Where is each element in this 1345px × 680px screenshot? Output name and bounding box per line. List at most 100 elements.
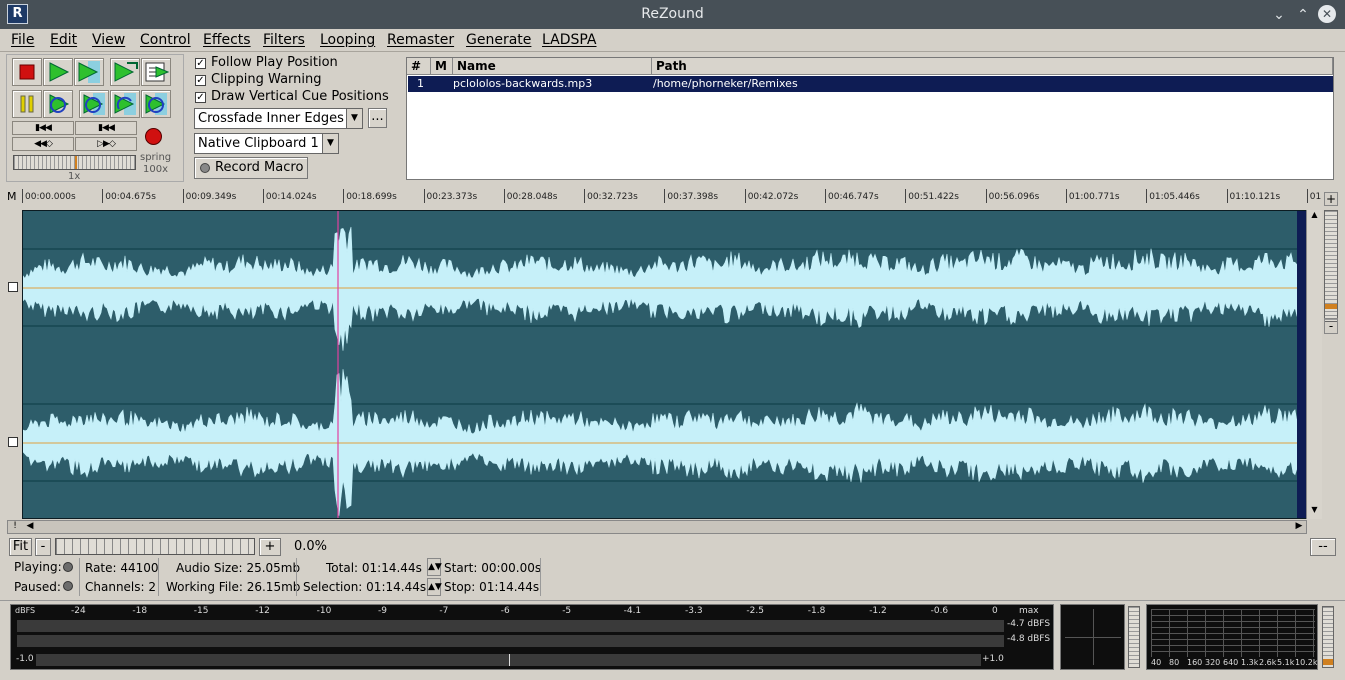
phase-axis	[1065, 637, 1121, 638]
playing-label: Playing:	[14, 560, 62, 574]
follow-play-checkbox[interactable]: ✓	[195, 58, 206, 69]
minimize-button[interactable]: ⌄	[1270, 6, 1288, 24]
time-tick: 00:32.723s	[584, 189, 638, 203]
column-number[interactable]: #	[407, 58, 431, 75]
scroll-left-arrow-icon[interactable]: ◀	[24, 521, 36, 533]
play-selection-button[interactable]	[74, 58, 104, 86]
working-file-value: 26.15mb	[246, 580, 301, 594]
menu-generate[interactable]: Generate	[466, 32, 531, 48]
menu-edit[interactable]: Edit	[50, 32, 77, 48]
stop-button[interactable]	[12, 58, 42, 86]
menu-filters[interactable]: Filters	[263, 32, 305, 48]
menu-looping[interactable]: Looping	[320, 32, 375, 48]
draw-cue-checkbox[interactable]: ✓	[195, 92, 206, 103]
vertical-fit-button[interactable]: --	[1310, 538, 1336, 556]
fast-forward-button[interactable]: ▷▶◇	[75, 137, 137, 151]
record-macro-button[interactable]: Record Macro	[194, 157, 308, 179]
time-tick: 01:10.121s	[1226, 189, 1280, 203]
draw-cue-label: Draw Vertical Cue Positions	[211, 89, 389, 104]
meter-tick: -1.8	[807, 606, 826, 616]
menu-effects[interactable]: Effects	[203, 32, 251, 48]
zoom-slider[interactable]	[55, 538, 255, 555]
frequency-label: 320	[1205, 658, 1221, 667]
analyzer-zoom-thumb[interactable]	[1323, 659, 1333, 665]
record-button[interactable]	[145, 128, 162, 145]
close-button[interactable]: ✕	[1318, 5, 1336, 23]
menu-view[interactable]: View	[92, 32, 125, 48]
start-value: 00:00.00s	[481, 561, 542, 575]
stats-divider	[540, 558, 541, 596]
channel-2-checkbox[interactable]	[8, 437, 18, 447]
chevron-down-icon[interactable]: ▼	[346, 109, 362, 128]
jump-to-prev-cue-button[interactable]: ▮◀◀	[75, 121, 137, 135]
start-label: Start:	[444, 561, 478, 575]
stop-spinner-icon[interactable]: ▲▼	[427, 578, 442, 596]
rewind-button[interactable]: ◀◀◇	[12, 137, 74, 151]
clipping-warning-checkbox[interactable]: ✓	[195, 75, 206, 86]
balance-left-label: -1.0	[16, 654, 34, 664]
frequency-label: 640	[1223, 658, 1239, 667]
frequency-label: 1.3k	[1241, 658, 1259, 667]
frequency-label: 80	[1169, 658, 1180, 667]
meter-tick: -4.1	[623, 606, 642, 616]
maximize-button[interactable]: ⌃	[1294, 6, 1312, 24]
zoom-out-button[interactable]: -	[35, 538, 51, 556]
scroll-down-icon[interactable]: ▼	[1308, 505, 1321, 517]
fit-button[interactable]: Fit	[9, 538, 32, 556]
rate-label: Rate:	[85, 561, 117, 575]
vertical-zoom-slider[interactable]	[1324, 210, 1338, 322]
menu-remaster[interactable]: Remaster	[387, 32, 454, 48]
meter-tick: -24	[71, 606, 86, 616]
zoom-in-button[interactable]: +	[259, 538, 281, 556]
scroll-left-icon[interactable]: !	[8, 521, 22, 533]
file-list[interactable]: # M Name Path 1 pclololos-backwards.mp3 …	[406, 57, 1334, 180]
right-max-value: -4.8 dBFS	[1007, 634, 1051, 644]
horizontal-scrollbar[interactable]: ! ◀ ▶	[7, 520, 1307, 534]
vertical-zoom-in-button[interactable]: +	[1324, 192, 1338, 206]
pause-icon	[20, 95, 34, 113]
chevron-down-icon[interactable]: ▼	[322, 134, 338, 153]
time-tick: 01:00.771s	[1065, 189, 1120, 203]
clipboard-select[interactable]: Native Clipboard 1 ▼	[194, 133, 339, 154]
shuttle-slider[interactable]	[13, 155, 136, 170]
crossfade-settings-button[interactable]: ...	[368, 108, 387, 128]
selection-value: 01:14.44s	[366, 580, 427, 594]
menu-file[interactable]: File	[11, 32, 34, 48]
play-from-cursor-button[interactable]	[110, 58, 140, 86]
right-level-bar	[17, 635, 1004, 647]
loop-all-button[interactable]	[43, 90, 73, 118]
zoom-percent: 0.0%	[294, 539, 328, 554]
column-path[interactable]: Path	[652, 58, 1333, 75]
shuttle-thumb[interactable]	[75, 156, 77, 169]
file-row[interactable]: 1 pclololos-backwards.mp3 /home/phorneke…	[408, 76, 1333, 92]
vertical-zoom-out-button[interactable]: -	[1324, 318, 1338, 334]
loop-selection-button[interactable]	[79, 90, 109, 118]
menu-control[interactable]: Control	[140, 32, 191, 48]
selection-label: Selection:	[303, 580, 363, 594]
play-to-end-button[interactable]	[141, 58, 171, 86]
column-name[interactable]: Name	[453, 58, 652, 75]
stats-divider	[158, 558, 159, 596]
column-modified[interactable]: M	[431, 58, 453, 75]
play-all-button[interactable]	[43, 58, 73, 86]
meter-scale: -24 -18 -15 -12 -10 -9 -7 -6 -5 -4.1 -3.3 -2.5 -1.8 -…	[11, 605, 1055, 619]
vertical-zoom-thumb[interactable]	[1325, 304, 1337, 309]
loop-gap-button[interactable]	[110, 90, 140, 118]
waveform-view[interactable]	[22, 210, 1318, 519]
crossfade-select[interactable]: Crossfade Inner Edges ▼	[194, 108, 363, 129]
analyzer-grid	[1151, 609, 1315, 657]
loop-skip-button[interactable]	[141, 90, 171, 118]
jump-to-start-button[interactable]: ▮◀◀	[12, 121, 74, 135]
analyzer-zoom-slider[interactable]	[1322, 606, 1334, 668]
phase-zoom-slider[interactable]	[1128, 606, 1140, 668]
channel-1-checkbox[interactable]	[8, 282, 18, 292]
frequency-label: 40	[1151, 658, 1162, 667]
scroll-up-icon[interactable]: ▲	[1308, 210, 1321, 222]
vertical-scrollbar[interactable]: ▲ ▼	[1306, 210, 1322, 519]
start-spinner-icon[interactable]: ▲▼	[427, 558, 442, 576]
menu-ladspa[interactable]: LADSPA	[542, 32, 597, 48]
scroll-right-arrow-icon[interactable]: ▶	[1293, 521, 1305, 533]
time-ruler[interactable]: 00:00.000s 00:04.675s 00:09.349s 00:14.024s…	[22, 187, 1324, 207]
pause-button[interactable]	[12, 90, 42, 118]
time-tick: 00:00.000s	[22, 189, 76, 203]
